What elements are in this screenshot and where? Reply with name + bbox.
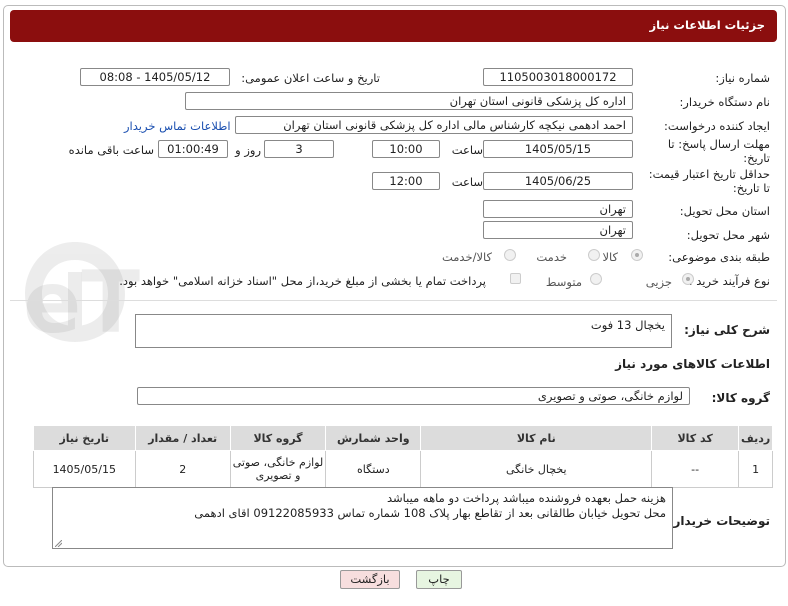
col-group: گروه کالا [229,425,327,451]
process-medium-label: متوسط [545,275,582,289]
price-time-label: ساعت [451,175,483,189]
description-field: یخچال 13 فوت [135,314,672,348]
creator-label: ایجاد کننده درخواست: [664,119,770,133]
province-field: تهران [483,200,633,218]
province-label: استان محل تحویل: [679,204,770,218]
divider [10,300,777,301]
col-date: تاریخ نیاز [33,425,136,451]
goods-group-field: لوازم خانگی، صوتی و تصویری [137,387,690,405]
creator-field: احمد ادهمی نیکچه کارشناس مالی اداره کل پ… [235,116,633,134]
treasury-note: پرداخت تمام یا بخشی از مبلغ خرید،از محل … [119,274,486,288]
city-field: تهران [483,221,633,239]
buyer-contact-link[interactable]: اطلاعات تماس خریدار [124,119,231,133]
days-field: 3 [264,140,334,158]
category-service-label: خدمت [536,250,567,264]
goods-group-label: گروه کالا: [711,391,770,405]
category-service-radio[interactable] [588,249,600,261]
city-label: شهر محل تحویل: [686,228,770,242]
category-both-radio[interactable] [504,249,516,261]
panel-title: جزئیات اطلاعات نیاز [649,18,765,32]
resize-grip-icon[interactable] [55,540,62,547]
need-details-page: جزئیات اطلاعات نیاز AriaTender.neT شماره… [0,0,788,606]
reply-deadline-label: مهلت ارسال پاسخ: تا تاریخ: [667,137,770,165]
cell-row: 1 [738,450,773,488]
cell-qty: 2 [134,450,231,488]
buyer-notes-line-1: هزینه حمل بعهده فروشنده میباشد پرداخت دو… [386,491,666,505]
process-medium-radio[interactable] [590,273,602,285]
cell-group: لوازم خانگی، صوتی و تصویری [229,450,327,488]
buyer-org-label: نام دستگاه خریدار: [679,95,770,109]
goods-section-title: اطلاعات کالاهای مورد نیاز [615,357,770,371]
table-row: 1 -- یخچال خانگی دستگاه لوازم خانگی، صوت… [33,450,773,488]
col-qty: تعداد / مقدار [134,425,231,451]
col-code: کد کالا [651,425,740,451]
price-time-field: 12:00 [372,172,440,190]
cell-code: -- [651,450,740,488]
back-button[interactable]: بازگشت [340,570,400,589]
treasury-checkbox[interactable] [510,273,521,284]
buyer-notes-label: توضیحات خریدار: [668,514,770,528]
days-label: روز و [235,143,261,157]
cell-unit: دستگاه [325,450,422,488]
process-minor-label: جزیی [645,275,672,289]
need-number-label: شماره نیاز: [715,71,770,85]
print-button[interactable]: چاپ [416,570,462,589]
col-row: ردیف [738,425,773,451]
buyer-notes-field: هزینه حمل بعهده فروشنده میباشد پرداخت دو… [52,487,673,549]
process-label: نوع فرآیند خرید : [688,274,770,288]
category-goods-radio[interactable] [631,249,643,261]
remaining-time-label: ساعت باقی مانده [68,143,154,157]
remaining-time-field: 01:00:49 [158,140,228,158]
category-goods-label: کالا [602,250,618,264]
category-both-label: کالا/خدمت [441,250,492,264]
cell-date: 1405/05/15 [33,450,136,488]
announce-label: تاریخ و ساعت اعلان عمومی: [241,71,380,85]
table-header-row: ردیف کد کالا نام کالا واحد شمارش گروه کا… [33,425,773,451]
col-name: نام کالا [420,425,653,451]
announce-field: 1405/05/12 - 08:08 [80,68,230,86]
need-number-field: 1105003018000172 [483,68,633,86]
buyer-notes-line-2: محل تحویل خیابان طالقانی بعد از تقاطع به… [194,506,666,520]
buyer-org-field: اداره کل پزشکی قانونی استان تهران [185,92,633,110]
category-label: طبقه بندی موضوعی: [668,250,770,264]
price-date-field: 1405/06/25 [483,172,633,190]
reply-time-field: 10:00 [372,140,440,158]
reply-time-label: ساعت [451,143,483,157]
cell-name: یخچال خانگی [420,450,653,488]
price-deadline-label: حداقل تاریخ اعتبار قیمت: تا تاریخ: [648,167,770,195]
col-unit: واحد شمارش [325,425,422,451]
panel-header: جزئیات اطلاعات نیاز [10,10,777,42]
process-minor-radio[interactable] [682,273,694,285]
reply-date-field: 1405/05/15 [483,140,633,158]
goods-table: ردیف کد کالا نام کالا واحد شمارش گروه کا… [33,425,773,488]
description-label: شرح کلی نیاز: [684,323,770,337]
